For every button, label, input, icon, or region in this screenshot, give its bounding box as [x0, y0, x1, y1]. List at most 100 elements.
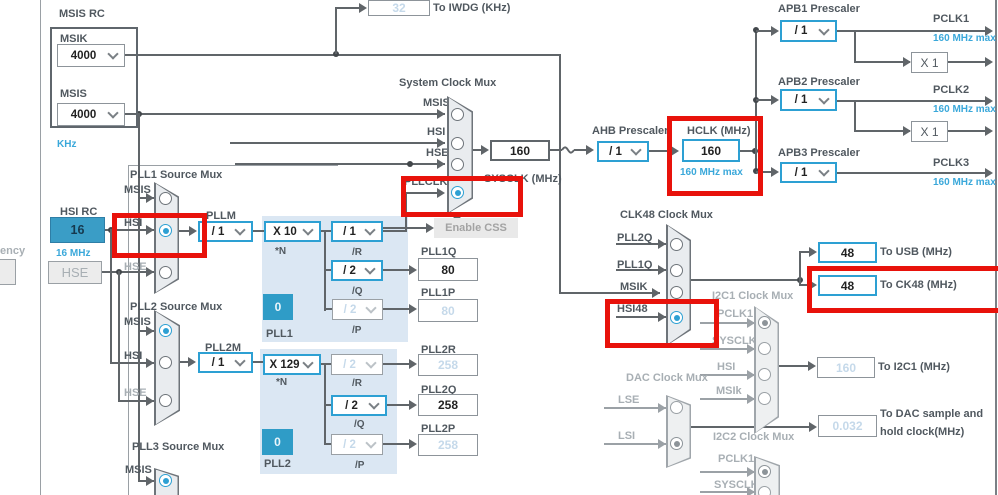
dac-output-label-line1: To DAC sample and [880, 408, 984, 420]
chevron-down-icon [234, 224, 246, 236]
pll3-source-mux-title: PLL3 Source Mux [132, 441, 225, 453]
pll2-n-value: X 129 [269, 358, 300, 371]
arrow [808, 361, 816, 371]
pll1-frac-box[interactable]: 0 [263, 294, 293, 320]
msik-dropdown[interactable]: 4000 [57, 44, 125, 67]
i2c2-sysclk-label: SYSCLK [714, 479, 759, 491]
i2c1-msik-radio [758, 392, 771, 405]
pll1-n-value: X 10 [273, 225, 297, 238]
pll1-mux-hse-radio[interactable] [159, 266, 172, 279]
apb3-prescaler-dropdown[interactable]: / 1 [780, 162, 837, 183]
pll3-mux-msis-radio[interactable] [159, 474, 172, 487]
arrow [658, 403, 666, 413]
arrow [409, 439, 417, 449]
pll2-mux-hsi-radio[interactable] [159, 356, 172, 369]
chevron-down-icon [365, 437, 377, 449]
i2c1-output-label: To I2C1 (MHz) [878, 361, 950, 373]
i2c1-pclk1-radio [758, 316, 771, 329]
clk48-pll2q-radio[interactable] [670, 238, 683, 251]
pll2-p-label: /P [355, 460, 365, 471]
wire [854, 130, 910, 132]
pll2-p-dropdown: / 2 [331, 434, 383, 455]
panel-right-border [995, 0, 997, 495]
pll2-frac-box[interactable]: 0 [262, 429, 293, 455]
arrow [747, 467, 755, 477]
pll2-n-dropdown[interactable]: X 129 [263, 354, 321, 375]
i2c1-pclk1-label: PCLK1 [717, 308, 754, 320]
wire [335, 8, 337, 54]
enable-css-button[interactable]: Enable CSS [434, 218, 518, 238]
wire [383, 308, 411, 310]
wire [604, 443, 666, 445]
wire [324, 443, 331, 445]
wire [691, 279, 801, 281]
dac-lse-label: LSE [618, 394, 640, 406]
apb2-prescaler-dropdown[interactable]: / 1 [780, 89, 837, 111]
wire [335, 7, 362, 9]
chevron-down-icon [302, 357, 314, 369]
wire [799, 251, 801, 286]
junction-dot [407, 161, 413, 167]
arrow [985, 57, 993, 67]
i2c1-msik-label: MSIk [716, 385, 742, 397]
wire [253, 361, 263, 363]
pll2q-value-box: 258 [418, 394, 478, 416]
wire [948, 130, 985, 132]
sys-mux-hsi-label: HSI [427, 126, 446, 138]
arrow [146, 396, 154, 406]
panel-left-border [40, 0, 41, 495]
pll2-q-dropdown[interactable]: / 2 [331, 395, 387, 416]
pll1-n-dropdown[interactable]: X 10 [264, 221, 321, 242]
pll1-q-dropdown[interactable]: / 2 [331, 260, 383, 281]
apb1-prescaler-dropdown[interactable]: / 1 [780, 20, 837, 42]
apb2-timer-mult-box: X 1 [911, 121, 948, 142]
pll2-p-value: / 2 [343, 438, 356, 451]
apb1-prescaler-label: APB1 Prescaler [778, 3, 860, 15]
pll1-mux-msis-radio[interactable] [159, 192, 172, 205]
arrow [747, 394, 755, 404]
dac-value-box: 0.032 [818, 415, 877, 437]
wire [230, 142, 445, 144]
sys-mux-hse-radio[interactable] [451, 158, 464, 171]
pclk2-label: PCLK2 [933, 84, 970, 96]
pll1q-value-box: 80 [418, 258, 478, 281]
pll1p-value-box: 80 [418, 299, 478, 322]
msis-rc-title: MSIS RC [59, 8, 105, 20]
wire [691, 426, 810, 428]
hse-box: HSE [48, 261, 102, 284]
ahb-value: / 1 [609, 145, 622, 158]
annotation-highlight-pll1-hsi [112, 213, 207, 258]
wire [854, 61, 910, 63]
arrow [652, 288, 660, 298]
pll1q-label: PLL1Q [421, 246, 457, 258]
clk48-pll2q-label: PLL2Q [617, 232, 653, 244]
msis-dropdown[interactable]: 4000 [57, 103, 125, 126]
arrow [409, 265, 417, 275]
ahb-prescaler-dropdown[interactable]: / 1 [597, 141, 649, 162]
arrow [188, 357, 196, 367]
pll1-mux-hse-label: HSE [124, 261, 147, 273]
sysclk-value-box[interactable]: 160 [490, 140, 550, 161]
arrow [771, 26, 779, 36]
wire [253, 230, 264, 232]
sys-mux-msis-radio[interactable] [451, 108, 464, 121]
pll-container-top-border [128, 165, 338, 166]
apb2-prescaler-label: APB2 Prescaler [778, 76, 860, 88]
arrow [146, 267, 154, 277]
pll1-r-dropdown[interactable]: / 1 [331, 221, 383, 242]
chevron-down-icon [302, 224, 314, 236]
pll2-mux-hse-radio[interactable] [159, 394, 172, 407]
i2c2-pclk1-label: PCLK1 [718, 453, 755, 465]
sys-mux-hsi-radio[interactable] [451, 137, 464, 150]
arrow [658, 239, 666, 249]
i2c1-hsi-label: HSI [717, 361, 736, 373]
pll2-mux-hse-label: HSE [124, 387, 147, 399]
pll2m-dropdown[interactable]: / 1 [198, 352, 253, 373]
pll2-q-value: / 2 [345, 399, 358, 412]
pll2-mux-msis-radio[interactable] [159, 324, 172, 337]
apb1-timer-mult-box: X 1 [911, 52, 948, 73]
wire [837, 100, 985, 102]
msis-value: 4000 [70, 108, 97, 121]
clk48-msik-radio[interactable] [670, 286, 683, 299]
clk48-pll1q-radio[interactable] [670, 264, 683, 277]
